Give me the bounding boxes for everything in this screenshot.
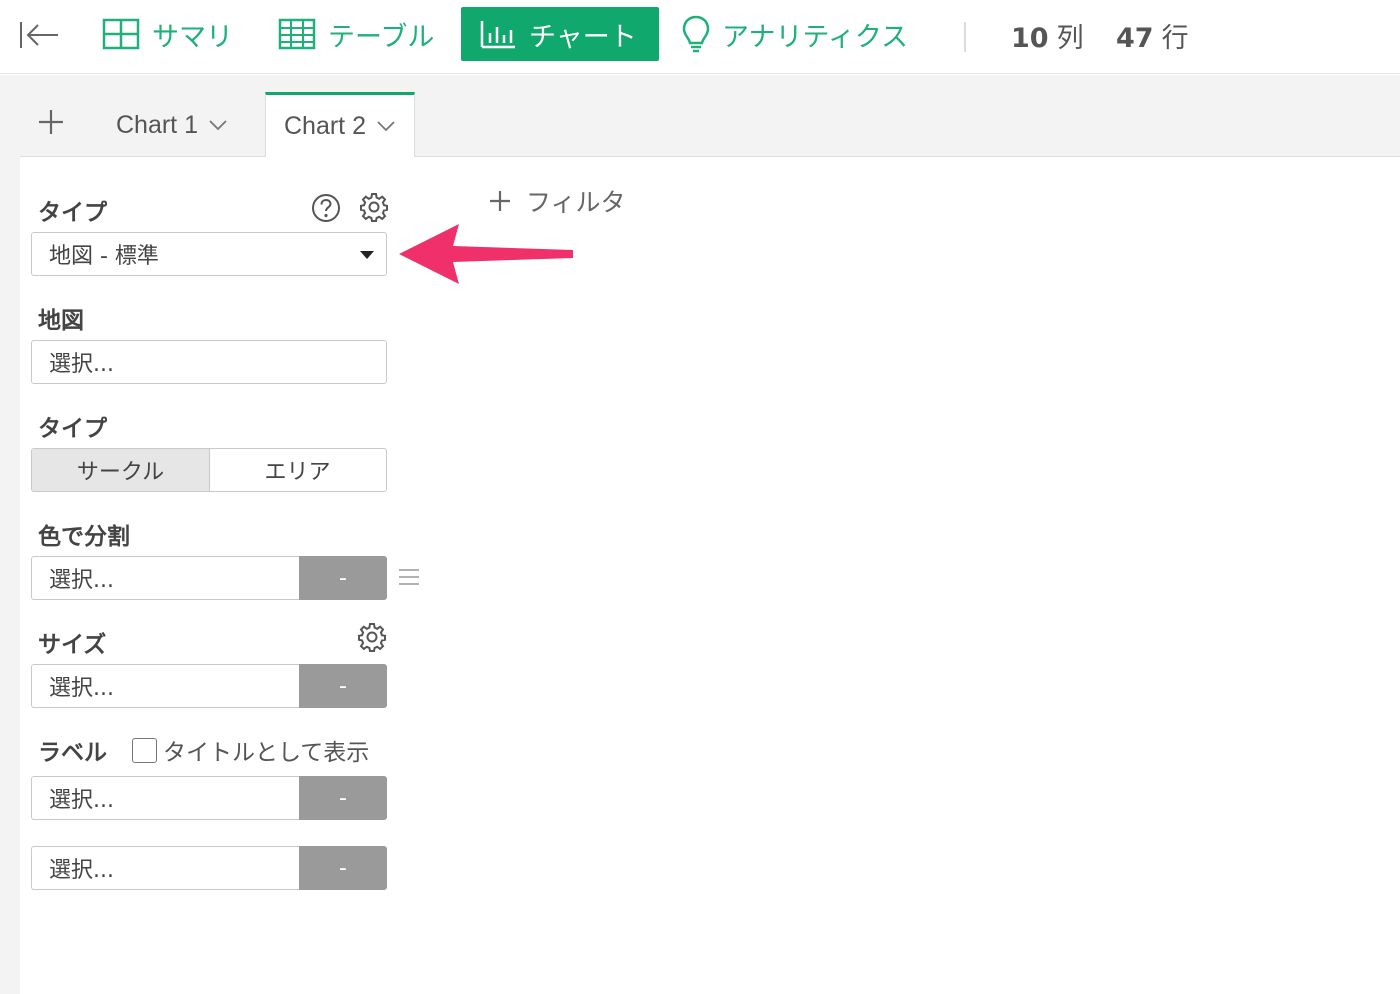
label-select[interactable]: 選択... [31,776,299,820]
map-type-label: タイプ [38,416,107,442]
size-aggregation[interactable]: - [299,664,387,708]
size-select[interactable]: 選択... [31,664,299,708]
map-label: 地図 [38,308,84,334]
tab-chart-1-label: Chart 1 [116,110,198,139]
table-nav-label: テーブル [328,21,435,53]
extra-label-aggregation[interactable]: - [299,846,387,890]
add-filter-button[interactable]: フィルタ [488,183,626,219]
chart-tabs-bar: Chart 1 Chart 2 [20,75,1400,157]
area-option-button[interactable]: エリア [210,449,385,491]
bar-chart-icon [480,21,515,49]
table-icon [278,18,316,50]
color-split-select[interactable]: 選択... [31,556,299,600]
row-count-unit: 行 [1161,23,1189,54]
analytics-nav-label: アナリティクス [722,21,909,53]
tab-chart-2[interactable]: Chart 2 [265,92,415,157]
caret-down-icon [360,251,374,259]
map-select-placeholder: 選択... [49,352,114,377]
summary-nav-label: サマリ [152,21,233,53]
chart-type-select[interactable]: 地図 - 標準 [31,232,387,276]
size-label: サイズ [38,632,107,658]
settings-gear-icon[interactable] [359,192,389,226]
map-type-toggle: サークル エリア [31,448,387,492]
column-count-unit: 列 [1056,23,1084,54]
column-count: 10 列 [1011,16,1084,55]
tab-chart-1[interactable]: Chart 1 [98,93,246,157]
collapse-left-icon[interactable] [18,18,60,52]
toolbar-divider [964,22,966,52]
extra-label-select[interactable]: 選択... [31,846,299,890]
chevron-down-icon [377,121,395,132]
circle-option-button[interactable]: サークル [32,449,210,491]
label-field-label: ラベル [38,740,107,766]
summary-grid-icon [102,18,140,50]
table-nav-button[interactable]: テーブル [260,7,452,61]
chart-config-area: フィルタ タイプ 地図 - 標準 地図 選択... タイプ サークル エリア 色… [20,157,1400,994]
extra-label-field: 選択... - [31,846,387,890]
chart-nav-label: チャート [529,21,637,53]
row-count-value: 47 [1116,23,1154,54]
map-select[interactable]: 選択... [31,340,387,384]
annotation-arrow-icon [399,224,573,284]
chart-nav-button[interactable]: チャート [461,7,659,61]
show-as-title-checkbox[interactable]: タイトルとして表示 [132,733,369,767]
lightbulb-icon [682,15,710,53]
chart-type-label: タイプ [38,200,107,226]
top-toolbar: サマリ テーブル チャート アナリティクス 10 列 47 行 [0,0,1400,74]
size-settings-gear-icon[interactable] [357,622,387,656]
size-field: 選択... - [31,664,387,708]
label-field: 選択... - [31,776,387,820]
chart-type-value: 地図 - 標準 [49,244,159,269]
menu-lines-icon[interactable] [398,567,420,591]
plus-icon [490,191,510,211]
tab-chart-2-label: Chart 2 [284,111,366,140]
color-split-field: 選択... - [31,556,387,600]
add-chart-icon[interactable] [34,105,68,139]
analytics-nav-button[interactable]: アナリティクス [664,7,926,61]
add-filter-label: フィルタ [526,188,626,217]
color-split-aggregation[interactable]: - [299,556,387,600]
checkbox-box[interactable] [132,737,157,763]
row-count: 47 行 [1116,16,1189,55]
column-count-value: 10 [1011,23,1049,54]
label-aggregation[interactable]: - [299,776,387,820]
summary-nav-button[interactable]: サマリ [84,7,251,61]
color-split-label: 色で分割 [38,524,130,550]
chevron-down-icon [209,120,227,131]
help-icon[interactable] [311,193,341,227]
left-gutter [0,75,20,994]
show-as-title-label: タイトルとして表示 [163,740,370,766]
